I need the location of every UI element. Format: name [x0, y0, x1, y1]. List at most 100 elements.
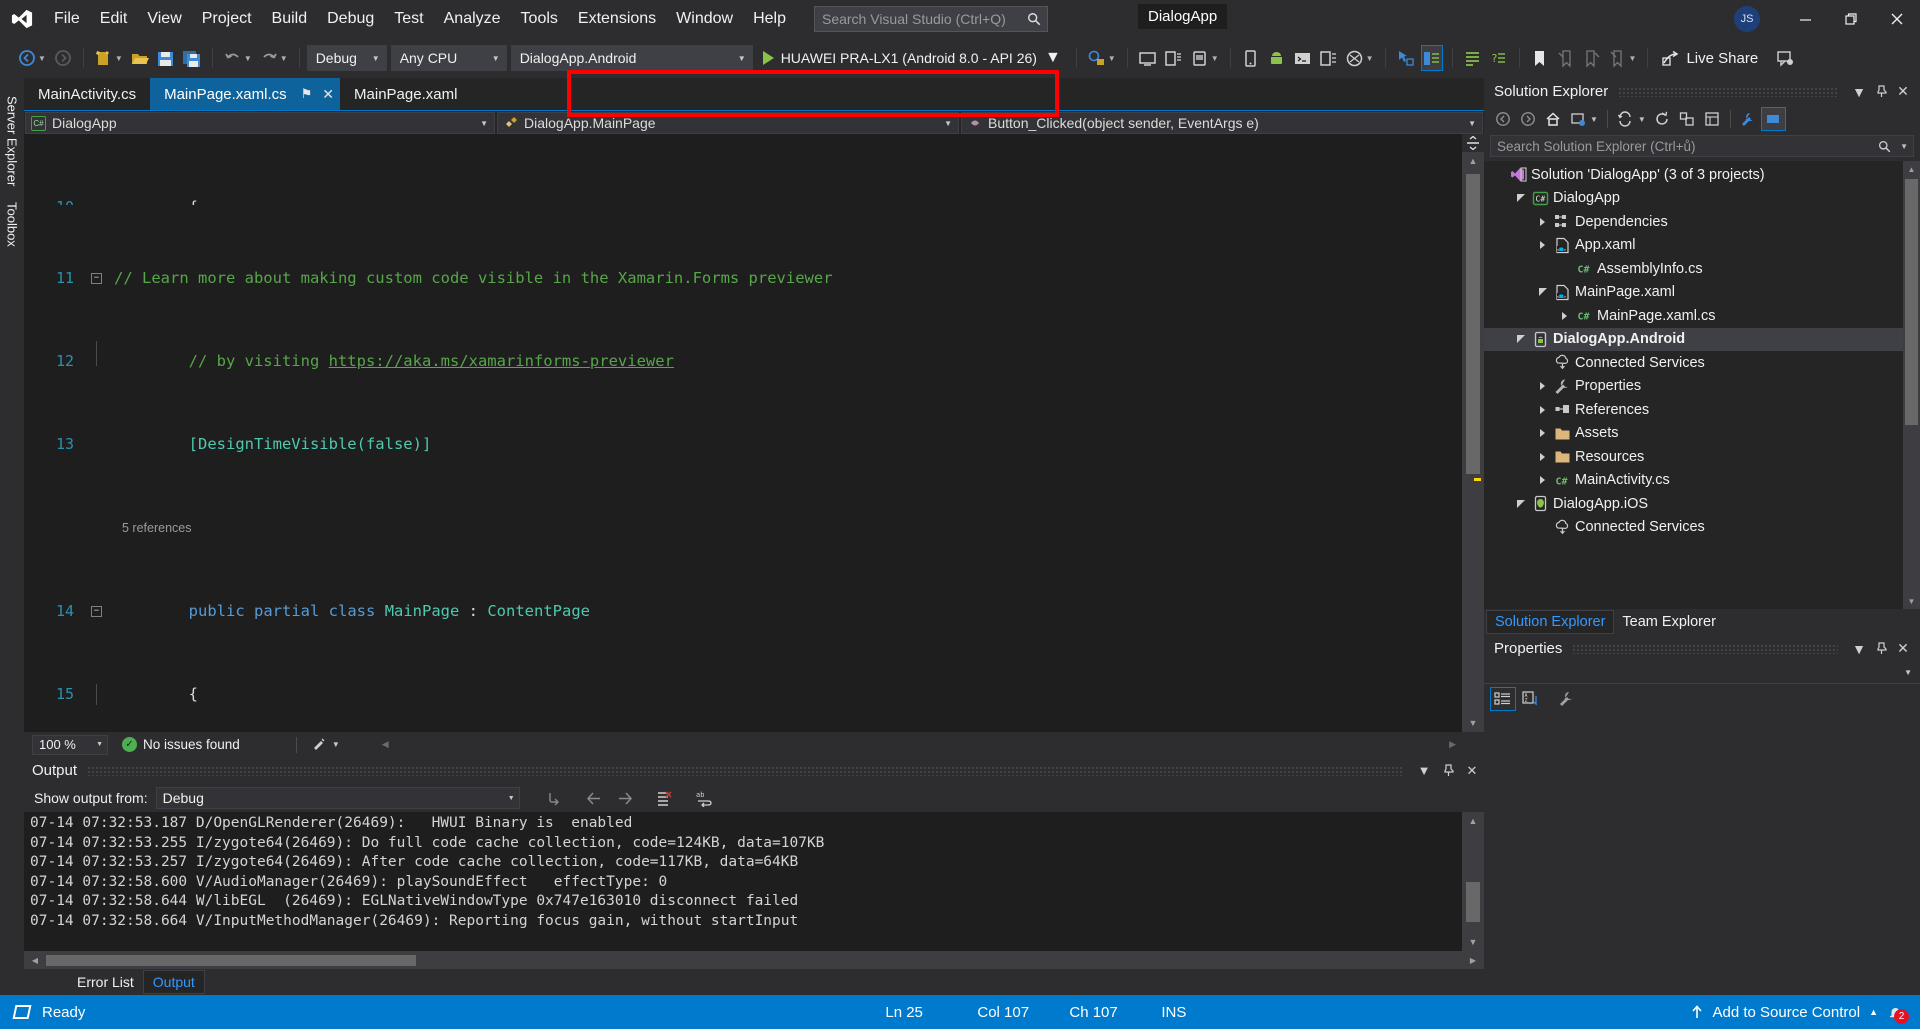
- device-preview-icon[interactable]: [1163, 45, 1185, 71]
- redo-dropdown-icon[interactable]: ▼: [280, 54, 288, 63]
- menu-view[interactable]: View: [137, 0, 191, 38]
- editor-vertical-scrollbar[interactable]: ▲ ▼: [1462, 134, 1484, 732]
- output-source-combo[interactable]: Debug ▼: [156, 787, 520, 809]
- xamarin-profiler-icon[interactable]: [1344, 45, 1366, 71]
- tree-item-references[interactable]: References: [1484, 398, 1903, 422]
- scroll-right-arrow[interactable]: ▶: [1462, 956, 1484, 965]
- navigate-backward-icon[interactable]: [16, 45, 38, 71]
- drag-dots[interactable]: [1618, 87, 1838, 97]
- startup-project-combo[interactable]: DialogApp.Android ▼: [511, 45, 753, 71]
- tab-mainpage-xaml[interactable]: MainPage.xaml: [340, 78, 471, 110]
- solution-explorer-toggle-icon[interactable]: [1421, 45, 1443, 71]
- attach-to-process-icon[interactable]: [1086, 45, 1108, 71]
- close-button[interactable]: [1874, 0, 1920, 38]
- rail-server-explorer[interactable]: Server Explorer: [5, 88, 20, 194]
- tab-mainactivity-cs[interactable]: MainActivity.cs: [24, 78, 150, 110]
- search-solution-explorer-input[interactable]: [1497, 139, 1857, 154]
- tree-item-mainpage-xaml[interactable]: <>MainPage.xaml: [1484, 281, 1903, 305]
- bookmarks-dropdown-icon[interactable]: ▼: [1629, 54, 1637, 63]
- menu-tools[interactable]: Tools: [511, 0, 568, 38]
- pending-changes-filter-icon[interactable]: [1565, 107, 1590, 131]
- zoom-level-combo[interactable]: 100 % ▼: [32, 735, 108, 755]
- restore-button[interactable]: [1828, 0, 1874, 38]
- chevron-right-icon[interactable]: [1534, 453, 1551, 461]
- chevron-down-icon[interactable]: ▼: [1590, 115, 1598, 124]
- code-editor[interactable]: 10 { 11 − // Learn more about making cus…: [24, 134, 1484, 732]
- pin-icon[interactable]: [1436, 759, 1460, 783]
- horizontal-scroll-left-arrow[interactable]: ◀: [382, 739, 389, 750]
- tab-error-list[interactable]: Error List: [68, 971, 143, 993]
- notifications-button[interactable]: 2: [1878, 995, 1912, 1029]
- save-icon[interactable]: [155, 45, 177, 71]
- emulator-manager-icon[interactable]: [1318, 45, 1340, 71]
- chevron-right-icon[interactable]: [1556, 312, 1573, 320]
- menu-window[interactable]: Window: [666, 0, 743, 38]
- chevron-up-icon[interactable]: ▲: [1869, 1007, 1878, 1017]
- solution-configuration-combo[interactable]: Debug ▼: [307, 45, 387, 71]
- toggle-word-wrap-icon[interactable]: ab: [692, 786, 718, 810]
- chevron-down-icon[interactable]: ▼: [1848, 637, 1870, 661]
- rail-toolbox[interactable]: Toolbox: [5, 194, 20, 255]
- reference-count[interactable]: 5 references: [114, 521, 191, 535]
- code-text-area[interactable]: 10 { 11 − // Learn more about making cus…: [24, 134, 1462, 732]
- close-icon[interactable]: ✕: [1892, 80, 1914, 104]
- tree-item-mainpage-xaml-cs[interactable]: C#MainPage.xaml.cs: [1484, 304, 1903, 328]
- feedback-icon[interactable]: [1774, 45, 1796, 71]
- chevron-right-icon[interactable]: [1534, 241, 1551, 249]
- global-search-box[interactable]: [814, 6, 1048, 32]
- tree-vertical-scrollbar[interactable]: ▲ ▼: [1903, 161, 1920, 609]
- scroll-up-arrow[interactable]: ▲: [1903, 161, 1920, 177]
- menu-help[interactable]: Help: [743, 0, 796, 38]
- menu-edit[interactable]: Edit: [90, 0, 138, 38]
- tab-team-explorer[interactable]: Team Explorer: [1614, 611, 1723, 633]
- output-text-area[interactable]: 07-14 07:32:53.187 D/OpenGLRenderer(2646…: [24, 812, 1484, 951]
- collapse-icon[interactable]: −: [91, 606, 102, 617]
- scroll-thumb[interactable]: [1466, 174, 1480, 474]
- categorized-icon[interactable]: [1490, 687, 1516, 711]
- navigate-to-icon[interactable]: [1395, 45, 1417, 71]
- android-sdk-manager-icon[interactable]: [1266, 45, 1288, 71]
- chevron-right-icon[interactable]: [1534, 476, 1551, 484]
- tab-mainpage-xaml-cs[interactable]: MainPage.xaml.cs ⚑ ✕: [150, 78, 340, 110]
- attach-dropdown-icon[interactable]: ▼: [1108, 54, 1116, 63]
- code-ref-line[interactable]: 5 references: [24, 517, 1462, 538]
- drag-dots[interactable]: [1572, 644, 1838, 654]
- close-icon[interactable]: ✕: [1460, 759, 1484, 783]
- property-pages-icon[interactable]: [1554, 687, 1580, 711]
- properties-icon[interactable]: [1736, 107, 1761, 131]
- chevron-right-icon[interactable]: [1534, 382, 1551, 390]
- drag-dots[interactable]: [87, 766, 1402, 776]
- adb-console-icon[interactable]: [1292, 45, 1314, 71]
- properties-object-combo[interactable]: ▼: [1484, 662, 1920, 684]
- scroll-down-arrow[interactable]: ▼: [1462, 714, 1484, 732]
- code-cleanup-icon[interactable]: [311, 735, 328, 755]
- scroll-down-arrow[interactable]: ▼: [1462, 933, 1484, 951]
- chevron-down-icon[interactable]: ▼: [1900, 142, 1908, 151]
- output-vertical-scrollbar[interactable]: ▲ ▼: [1462, 812, 1484, 951]
- scroll-track[interactable]: [1462, 830, 1484, 933]
- collapse-all-icon[interactable]: [1675, 107, 1700, 131]
- tree-item-resources[interactable]: Resources: [1484, 445, 1903, 469]
- tree-item-app-xaml[interactable]: <>App.xaml: [1484, 234, 1903, 258]
- close-icon[interactable]: ✕: [1892, 637, 1914, 661]
- fold-gutter[interactable]: −: [86, 601, 114, 622]
- chevron-down-icon[interactable]: ▼: [1638, 115, 1646, 124]
- navbar-project-combo[interactable]: C# DialogApp ▼: [25, 112, 495, 134]
- forward-icon[interactable]: [1515, 107, 1540, 131]
- properties-grid[interactable]: [1484, 714, 1920, 995]
- menu-debug[interactable]: Debug: [317, 0, 384, 38]
- tools-dropdown-icon[interactable]: ▼: [1366, 54, 1374, 63]
- properties-window-icon[interactable]: [1462, 45, 1484, 71]
- pin-icon[interactable]: ⚑: [301, 86, 313, 102]
- chevron-down-icon[interactable]: ▼: [1045, 49, 1061, 67]
- fold-gutter[interactable]: −: [86, 268, 114, 289]
- tree-item-assets[interactable]: Assets: [1484, 422, 1903, 446]
- back-dropdown-icon[interactable]: ▼: [38, 54, 46, 63]
- go-to-next-icon[interactable]: [612, 786, 638, 810]
- chevron-down-icon[interactable]: [1512, 335, 1529, 343]
- undo-dropdown-icon[interactable]: ▼: [244, 54, 252, 63]
- tree-item-dialogapp-android[interactable]: DialogApp.Android: [1484, 328, 1903, 352]
- new-project-dropdown-icon[interactable]: ▼: [115, 54, 123, 63]
- scroll-thumb[interactable]: [1466, 882, 1480, 922]
- close-icon[interactable]: ✕: [322, 86, 334, 103]
